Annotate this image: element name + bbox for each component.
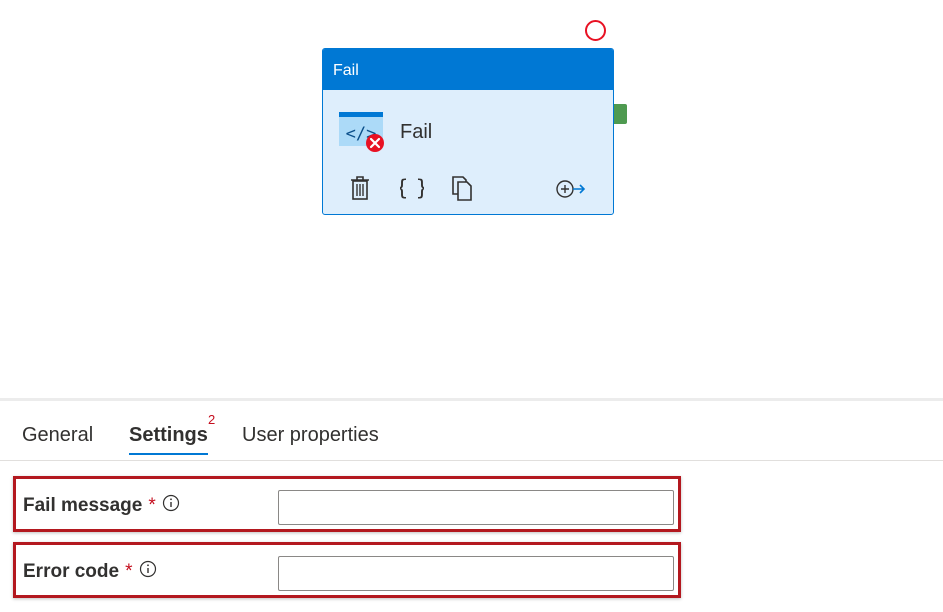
fail-message-label: Fail message * (23, 494, 180, 517)
panel-divider[interactable] (0, 398, 943, 401)
delete-icon[interactable] (349, 175, 371, 201)
pipeline-canvas[interactable]: Fail </> Fail { } (0, 0, 943, 398)
svg-text:{ }: { } (400, 176, 424, 200)
code-braces-icon[interactable]: { } (400, 175, 424, 201)
info-icon[interactable] (162, 494, 180, 512)
success-output-port[interactable] (614, 104, 627, 124)
required-asterisk: * (148, 495, 156, 516)
error-badge-icon (366, 134, 384, 152)
tab-settings[interactable]: Settings (129, 424, 208, 455)
code-icon: </> (339, 112, 384, 152)
info-icon[interactable] (139, 560, 157, 578)
activity-name: Fail (400, 121, 433, 143)
error-code-label: Error code * (23, 560, 157, 583)
settings-error-badge: 2 (208, 412, 216, 427)
fail-activity-node[interactable]: Fail </> Fail { } (322, 48, 614, 215)
add-output-icon[interactable] (555, 175, 587, 201)
tab-user-properties[interactable]: User properties (242, 424, 379, 453)
status-circle-icon (585, 20, 606, 41)
error-code-row: Error code * (13, 542, 681, 598)
fail-message-input[interactable] (278, 490, 674, 525)
error-code-input[interactable] (278, 556, 674, 591)
activity-header: Fail (323, 49, 613, 90)
copy-icon[interactable] (450, 175, 474, 201)
required-asterisk: * (125, 561, 133, 582)
tab-general[interactable]: General (22, 424, 93, 453)
fail-message-row: Fail message * (13, 476, 681, 532)
properties-tabs: General Settings 2 User properties (0, 412, 943, 461)
